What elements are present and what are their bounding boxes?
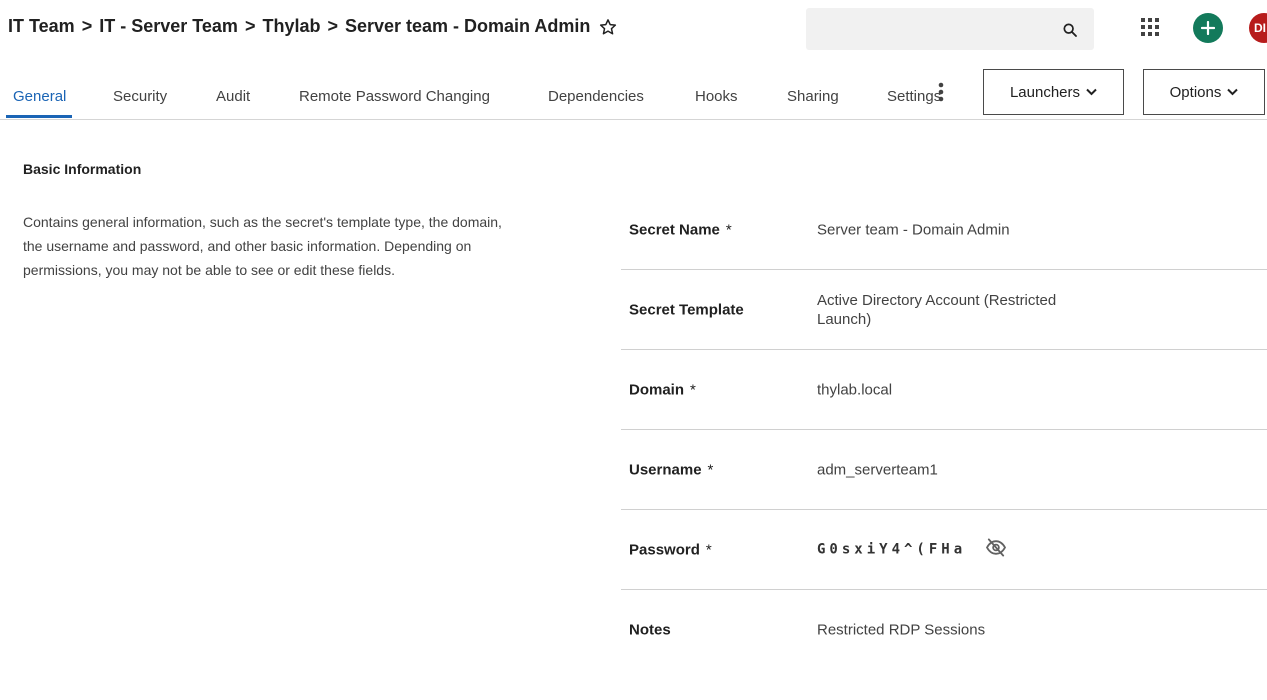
avatar[interactable]: DI [1249,13,1267,43]
breadcrumb-separator: > [244,16,256,36]
field-label: Secret Template [629,301,744,318]
page-title: Server team - Domain Admin [344,16,591,36]
field-row-secret-name: Secret Name * Server team - Domain Admin [621,190,1267,270]
notes-value: Restricted RDP Sessions [817,621,986,638]
secret-fields: Secret Name * Server team - Domain Admin … [621,190,1267,669]
launchers-label: Launchers [1009,83,1081,101]
more-vert-icon[interactable] [938,82,944,107]
field-row-notes: Notes Restricted RDP Sessions [621,590,1267,669]
search-icon[interactable] [1062,22,1078,43]
required-marker: * [725,221,732,238]
field-row-secret-template: Secret Template Active Directory Account… [621,270,1267,350]
search-bar [806,8,1094,50]
secret-template-value: Active Directory Account (Restricted Lau… [817,291,1057,328]
field-label: Domain * [629,381,696,398]
plus-icon [1201,21,1215,35]
tab-security[interactable]: Security [113,88,167,105]
field-row-username: Username * adm_serverteam1 [621,430,1267,510]
breadcrumb: IT Team > IT - Server Team > Thylab > Se… [8,16,617,37]
section-title: Basic Information [23,161,142,177]
username-value: adm_serverteam1 [817,461,938,478]
breadcrumb-thylab[interactable]: Thylab [262,16,320,37]
launchers-button[interactable]: Launchers [983,69,1124,115]
breadcrumb-separator: > [81,16,93,36]
field-label: Notes [629,621,671,638]
favorite-star-icon[interactable] [599,18,617,36]
secret-name-value: Server team - Domain Admin [817,221,1010,238]
required-marker: * [690,381,696,398]
required-marker: * [705,541,712,558]
tab-audit[interactable]: Audit [216,88,250,105]
search-input[interactable] [806,8,1066,50]
tab-dependencies[interactable]: Dependencies [548,88,644,105]
tab-general[interactable]: General [13,88,66,105]
required-marker: * [707,461,714,478]
tab-settings[interactable]: Settings [887,88,941,105]
breadcrumb-it-server-team[interactable]: IT - Server Team [99,16,238,37]
tab-hooks[interactable]: Hooks [695,88,738,105]
breadcrumb-separator: > [327,16,338,36]
tab-remote-password-changing[interactable]: Remote Password Changing [299,88,490,105]
section-description: Contains general information, such as th… [23,214,502,278]
field-row-domain: Domain * thylab.local [621,350,1267,430]
tab-sharing[interactable]: Sharing [787,88,839,105]
active-tab-indicator [6,115,72,118]
chevron-down-icon [1227,88,1239,96]
field-label: Secret Name * [629,221,732,238]
field-label: Username * [629,461,714,478]
top-bar: IT Team > IT - Server Team > Thylab > Se… [0,0,1267,60]
apps-grid-icon[interactable] [1141,18,1159,41]
field-row-password: Password * G0sxiY4^(FHa [621,510,1267,590]
field-label: Password * [629,541,712,558]
breadcrumb-it-team[interactable]: IT Team [8,16,75,37]
password-value: G0sxiY4^(FHa [817,541,967,557]
options-label: Options [1169,83,1222,101]
chevron-down-icon [1086,88,1097,96]
domain-value: thylab.local [817,381,893,398]
options-button[interactable]: Options [1143,69,1265,115]
eye-off-icon[interactable] [985,538,1007,561]
add-button[interactable] [1193,13,1223,43]
